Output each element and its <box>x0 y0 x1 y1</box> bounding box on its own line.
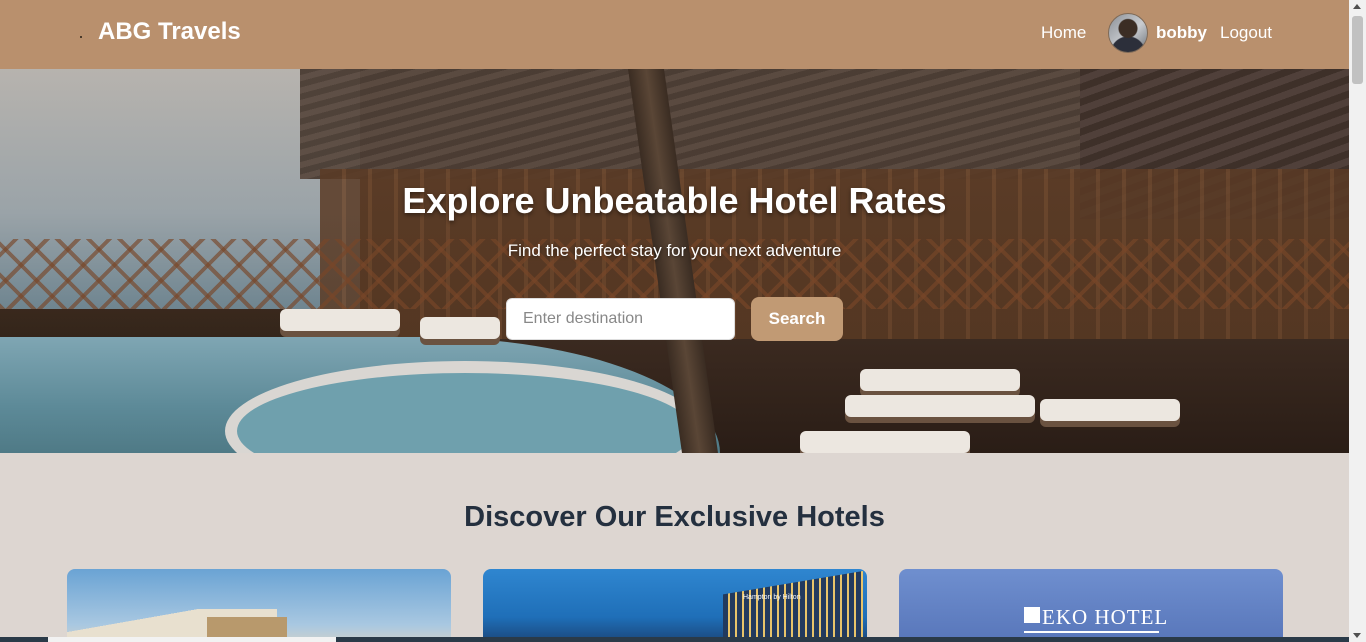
username-label[interactable]: bobby <box>1156 23 1207 43</box>
hotel-image <box>723 571 863 642</box>
page-scrollbar[interactable] <box>1349 0 1366 642</box>
hero-lounger <box>420 317 500 339</box>
section-title: Discover Our Exclusive Hotels <box>464 501 885 533</box>
bottom-taskbar-highlight <box>48 637 336 642</box>
hero-lounger <box>280 309 400 331</box>
hotel-logo-text: EKO HOTEL <box>1042 605 1169 629</box>
brand-logo-icon <box>80 36 82 38</box>
hotel-card[interactable]: EKO HOTEL <box>899 569 1283 642</box>
scroll-thumb[interactable] <box>1352 16 1363 84</box>
destination-search-input[interactable] <box>506 298 735 340</box>
hotel-logo-underline <box>1024 631 1159 633</box>
hero-lounger <box>845 395 1035 417</box>
hotel-sign-text: Hampton by Hilton <box>743 594 801 601</box>
brand-title[interactable]: ABG Travels <box>98 18 241 46</box>
hotel-card[interactable]: Hampton by Hilton <box>483 569 867 642</box>
hotel-logo-icon <box>1024 607 1040 623</box>
scroll-up-arrow-icon[interactable] <box>1353 4 1361 9</box>
hero-subtitle: Find the perfect stay for your next adve… <box>507 241 842 260</box>
hero-background-roof <box>300 69 1120 179</box>
hero-banner: Explore Unbeatable Hotel Rates Find the … <box>0 69 1349 453</box>
nav-home-link[interactable]: Home <box>1041 23 1086 43</box>
hotel-card[interactable] <box>67 569 451 642</box>
navbar: ABG Travels Home bobby Logout <box>0 0 1349 69</box>
hero-lounger <box>1040 399 1180 421</box>
hero-title: Explore Unbeatable Hotel Rates <box>402 180 947 221</box>
search-button[interactable]: Search <box>751 297 843 341</box>
hero-lounger <box>860 369 1020 391</box>
user-avatar[interactable] <box>1108 13 1148 53</box>
logout-link[interactable]: Logout <box>1220 23 1272 43</box>
scroll-down-arrow-icon[interactable] <box>1353 633 1361 638</box>
hero-lounger <box>800 431 970 453</box>
